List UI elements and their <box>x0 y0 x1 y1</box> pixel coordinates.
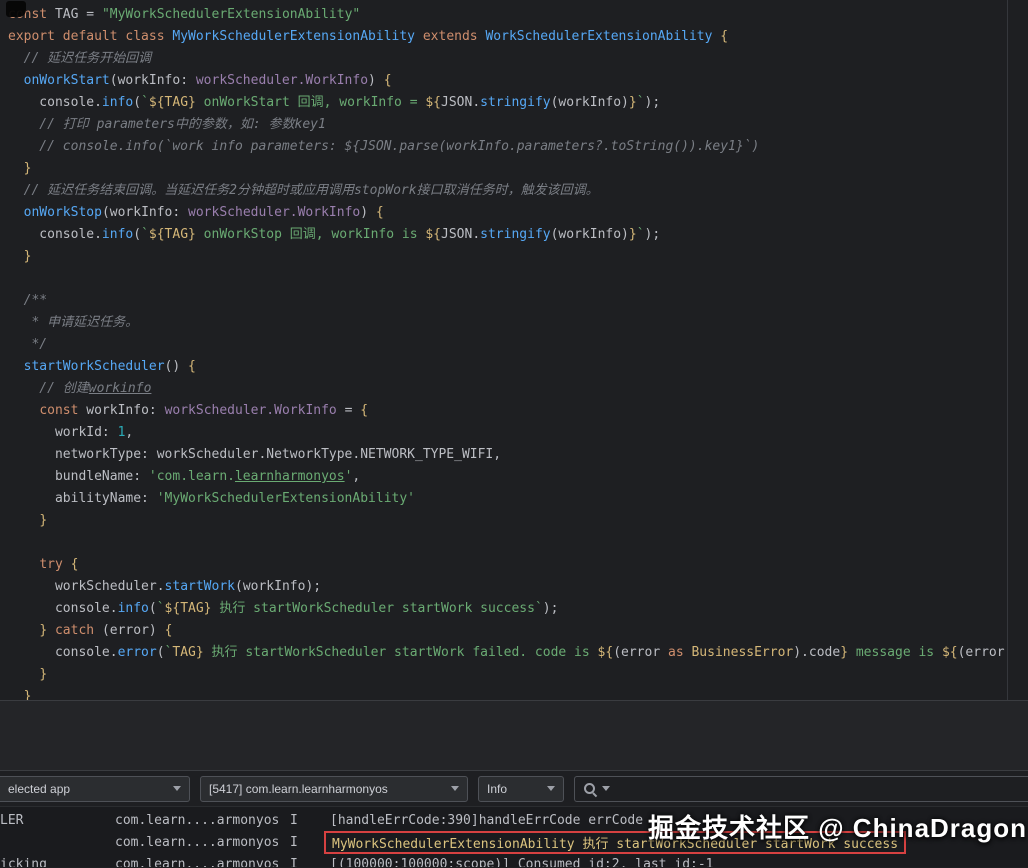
log-package: com.learn....armonyos <box>115 834 280 850</box>
log-row[interactable]: icking com.learn....armonyos I [(100000:100… <box>0 853 1028 868</box>
code-line[interactable]: console.error(`TAG} 执行 startWorkSchedule… <box>8 642 1028 664</box>
process-selector[interactable]: [5417] com.learn.learnharmonyos <box>200 775 468 802</box>
log-level: I <box>290 812 298 828</box>
code-line[interactable]: startWorkScheduler() { <box>8 356 1028 378</box>
code-line[interactable]: onWorkStart(workInfo: workScheduler.Work… <box>8 70 1028 92</box>
mouse-cursor <box>6 1 26 17</box>
chevron-down-icon <box>547 786 555 791</box>
log-tag: LER <box>0 812 24 828</box>
panel-gap <box>0 701 1028 771</box>
device-selector-label: elected app <box>8 781 71 796</box>
hilog-toolbar: elected app [5417] com.learn.learnharmon… <box>0 771 1028 807</box>
code-line[interactable] <box>8 532 1028 554</box>
code-line[interactable]: } catch (error) { <box>8 620 1028 642</box>
log-level-selector[interactable]: Info <box>478 775 564 802</box>
code-line[interactable]: const TAG = "MyWorkSchedulerExtensionAbi… <box>8 4 1028 26</box>
code-line[interactable]: const workInfo: workScheduler.WorkInfo =… <box>8 400 1028 422</box>
code-line[interactable]: try { <box>8 554 1028 576</box>
right-margin-guide <box>1007 0 1008 700</box>
log-search-input[interactable] <box>574 775 1028 802</box>
code-line[interactable]: networkType: workScheduler.NetworkType.N… <box>8 444 1028 466</box>
code-line[interactable]: /** <box>8 290 1028 312</box>
code-line[interactable]: } <box>8 246 1028 268</box>
code-line[interactable]: export default class MyWorkSchedulerExte… <box>8 26 1028 48</box>
code-line[interactable]: // 延迟任务开始回调 <box>8 48 1028 70</box>
code-line[interactable]: // 延迟任务结束回调。当延迟任务2分钟超时或应用调用stopWork接口取消任… <box>8 180 1028 202</box>
code-line[interactable]: abilityName: 'MyWorkSchedulerExtensionAb… <box>8 488 1028 510</box>
code-line[interactable]: bundleName: 'com.learn.learnharmonyos', <box>8 466 1028 488</box>
log-package: com.learn....armonyos <box>115 856 280 868</box>
log-package: com.learn....armonyos <box>115 812 280 828</box>
chevron-down-icon <box>602 786 610 791</box>
process-selector-label: [5417] com.learn.learnharmonyos <box>209 781 388 796</box>
code-line[interactable]: } <box>8 664 1028 686</box>
search-icon <box>583 782 597 796</box>
code-line[interactable]: // 打印 parameters中的参数，如: 参数key1 <box>8 114 1028 136</box>
code-line[interactable]: * 申请延迟任务。 <box>8 312 1028 334</box>
code-line[interactable]: } <box>8 686 1028 700</box>
code-line[interactable]: console.info(`${TAG} onWorkStop 回调, work… <box>8 224 1028 246</box>
log-level: I <box>290 856 298 868</box>
log-tag: icking <box>0 856 47 868</box>
code-line[interactable]: onWorkStop(workInfo: workScheduler.WorkI… <box>8 202 1028 224</box>
chevron-down-icon <box>451 786 459 791</box>
code-line[interactable]: // console.info(`work info parameters: $… <box>8 136 1028 158</box>
code-line[interactable]: console.info(`${TAG} onWorkStart 回调, wor… <box>8 92 1028 114</box>
code-line[interactable]: workId: 1, <box>8 422 1028 444</box>
log-message: [handleErrCode:390]handleErrCode errCode <box>330 812 644 828</box>
chevron-down-icon <box>173 786 181 791</box>
code-line[interactable] <box>8 268 1028 290</box>
log-message: [(100000:100000:scope)] Consumed id:2, l… <box>330 856 714 868</box>
code-editor[interactable]: const TAG = "MyWorkSchedulerExtensionAbi… <box>0 0 1028 701</box>
code-lines: const TAG = "MyWorkSchedulerExtensionAbi… <box>8 4 1028 700</box>
code-line[interactable]: console.info(`${TAG} 执行 startWorkSchedul… <box>8 598 1028 620</box>
code-line[interactable]: // 创建workinfo <box>8 378 1028 400</box>
code-line[interactable]: } <box>8 158 1028 180</box>
code-line[interactable]: */ <box>8 334 1028 356</box>
code-line[interactable]: } <box>8 510 1028 532</box>
log-level-selector-label: Info <box>487 781 508 796</box>
code-line[interactable]: workScheduler.startWork(workInfo); <box>8 576 1028 598</box>
device-selector[interactable]: elected app <box>0 775 190 802</box>
watermark: 掘金技术社区 @ ChinaDragon <box>648 813 1028 843</box>
ide-window: const TAG = "MyWorkSchedulerExtensionAbi… <box>0 0 1028 868</box>
